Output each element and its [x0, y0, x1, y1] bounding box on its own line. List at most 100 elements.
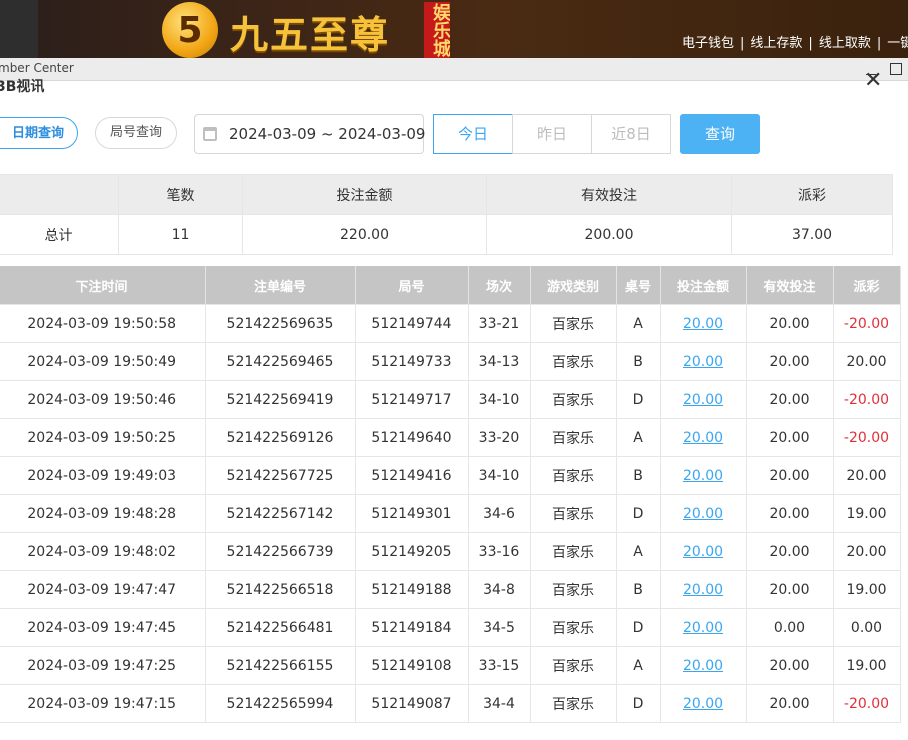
- table-row: 2024-03-09 19:47:25 521422566155 512149108…: [0, 646, 901, 685]
- summary-cell: 总计: [0, 214, 119, 255]
- payout-cell: 19.00: [832, 570, 901, 609]
- game-type-cell: 百家乐: [529, 608, 617, 647]
- round-id-cell: 512149205: [354, 532, 469, 571]
- table-row: 2024-03-09 19:47:47 521422566518 512149188…: [0, 570, 901, 609]
- bet-amount-cell[interactable]: 20.00: [659, 570, 747, 609]
- table-row: 2024-03-09 19:50:25 521422569126 512149640…: [0, 418, 901, 457]
- nav-withdraw[interactable]: 线上取款: [819, 32, 871, 51]
- payout-cell: -20.00: [832, 380, 901, 419]
- bet-id-cell: 521422566518: [204, 570, 356, 609]
- close-icon[interactable]: ✕: [864, 70, 882, 92]
- bet-id-cell: 521422569635: [204, 304, 356, 343]
- valid-bet-cell: 20.00: [745, 494, 834, 533]
- table-row: 2024-03-09 19:47:45 521422566481 512149184…: [0, 608, 901, 647]
- round-id-cell: 512149744: [354, 304, 469, 343]
- logo-text[interactable]: 九五至尊: [230, 4, 390, 59]
- today-button[interactable]: 今日: [433, 114, 513, 154]
- column-header: 派彩: [833, 266, 901, 305]
- valid-bet-cell: 20.00: [745, 418, 834, 457]
- bet-amount-cell[interactable]: 20.00: [659, 684, 747, 723]
- bet-amount-cell[interactable]: 20.00: [659, 646, 747, 685]
- table-row: 2024-03-09 19:50:49 521422569465 512149733…: [0, 342, 901, 381]
- summary-header-cell: 笔数: [118, 174, 243, 215]
- bet-amount-cell[interactable]: 20.00: [659, 494, 747, 533]
- payout-cell: 19.00: [832, 494, 901, 533]
- last-8-days-button[interactable]: 近8日: [591, 114, 671, 154]
- calendar-icon: [203, 127, 217, 141]
- column-header: 下注时间: [0, 266, 206, 305]
- table-no-cell: D: [615, 494, 661, 533]
- maximize-icon[interactable]: [890, 63, 902, 75]
- round-id-cell: 512149640: [354, 418, 469, 457]
- summary-header-cell: 投注金额: [242, 174, 487, 215]
- bet-amount-cell[interactable]: 20.00: [659, 304, 747, 343]
- banner-left-strip: [0, 0, 38, 58]
- session-cell: 34-4: [467, 684, 531, 723]
- bet-id-cell: 521422569465: [204, 342, 356, 381]
- dialog-title: 3B视讯: [0, 79, 45, 95]
- valid-bet-cell: 20.00: [745, 304, 834, 343]
- summary-cell: 200.00: [486, 214, 732, 255]
- session-cell: 34-8: [467, 570, 531, 609]
- date-query-tab[interactable]: 日期查询: [0, 117, 78, 149]
- table-header-row: 下注时间 注单编号 局号 场次 游戏类别 桌号 投注金额 有效投注 派彩: [0, 266, 901, 305]
- bet-amount-cell[interactable]: 20.00: [659, 532, 747, 571]
- round-id-cell: 512149184: [354, 608, 469, 647]
- table-no-cell: B: [615, 570, 661, 609]
- valid-bet-cell: 20.00: [745, 646, 834, 685]
- payout-cell: -20.00: [832, 304, 901, 343]
- payout-cell: 20.00: [832, 532, 901, 571]
- bet-time-cell: 2024-03-09 19:47:45: [0, 608, 206, 647]
- round-id-cell: 512149108: [354, 646, 469, 685]
- top-nav: 电子钱包 | 线上存款 | 线上取款 | 一键: [682, 32, 908, 51]
- round-id-cell: 512149717: [354, 380, 469, 419]
- summary-header-cell: 派彩: [731, 174, 893, 215]
- bet-amount-cell[interactable]: 20.00: [659, 380, 747, 419]
- game-type-cell: 百家乐: [529, 494, 617, 533]
- valid-bet-cell: 20.00: [745, 380, 834, 419]
- yesterday-button[interactable]: 昨日: [512, 114, 592, 154]
- bet-id-cell: 521422565994: [204, 684, 356, 723]
- valid-bet-cell: 20.00: [745, 456, 834, 495]
- column-header: 局号: [355, 266, 469, 305]
- game-type-cell: 百家乐: [529, 418, 617, 457]
- nav-separator: |: [808, 36, 813, 51]
- window-titlebar: mber Center: [0, 58, 908, 81]
- query-button[interactable]: 查询: [680, 114, 760, 154]
- nav-ewallet[interactable]: 电子钱包: [682, 32, 734, 51]
- bet-amount-cell[interactable]: 20.00: [659, 342, 747, 381]
- session-cell: 34-6: [467, 494, 531, 533]
- summary-table: 笔数 投注金额 有效投注 派彩 总计 11 220.00 200.00 37.0…: [0, 174, 893, 255]
- column-header: 场次: [468, 266, 531, 305]
- bet-detail-table: 下注时间 注单编号 局号 场次 游戏类别 桌号 投注金额 有效投注 派彩 202…: [0, 266, 901, 723]
- date-range-picker[interactable]: 2024-03-09 ~ 2024-03-09: [194, 114, 425, 154]
- valid-bet-cell: 20.00: [745, 684, 834, 723]
- nav-deposit[interactable]: 线上存款: [750, 32, 802, 51]
- nav-onekey[interactable]: 一键: [887, 32, 908, 51]
- bet-amount-cell[interactable]: 20.00: [659, 608, 747, 647]
- summary-cell: 37.00: [731, 214, 893, 255]
- table-row: 2024-03-09 19:48:28 521422567142 512149301…: [0, 494, 901, 533]
- valid-bet-cell: 20.00: [745, 532, 834, 571]
- session-cell: 34-5: [467, 608, 531, 647]
- round-query-tab[interactable]: 局号查询: [95, 117, 177, 149]
- bet-amount-cell[interactable]: 20.00: [659, 418, 747, 457]
- bet-time-cell: 2024-03-09 19:50:25: [0, 418, 206, 457]
- bet-amount-cell[interactable]: 20.00: [659, 456, 747, 495]
- column-header: 注单编号: [205, 266, 356, 305]
- table-body: 2024-03-09 19:50:58 521422569635 512149744…: [0, 304, 901, 723]
- session-cell: 33-15: [467, 646, 531, 685]
- bet-time-cell: 2024-03-09 19:47:15: [0, 684, 206, 723]
- table-no-cell: D: [615, 380, 661, 419]
- nav-separator: |: [876, 36, 882, 51]
- logo-icon[interactable]: 5: [162, 2, 218, 58]
- bet-time-cell: 2024-03-09 19:47:25: [0, 646, 206, 685]
- valid-bet-cell: 0.00: [745, 608, 834, 647]
- table-no-cell: D: [615, 608, 661, 647]
- window-title: mber Center: [0, 61, 74, 75]
- game-type-cell: 百家乐: [529, 570, 617, 609]
- table-row: 2024-03-09 19:50:58 521422569635 512149744…: [0, 304, 901, 343]
- game-type-cell: 百家乐: [529, 304, 617, 343]
- session-cell: 33-16: [467, 532, 531, 571]
- bet-time-cell: 2024-03-09 19:49:03: [0, 456, 206, 495]
